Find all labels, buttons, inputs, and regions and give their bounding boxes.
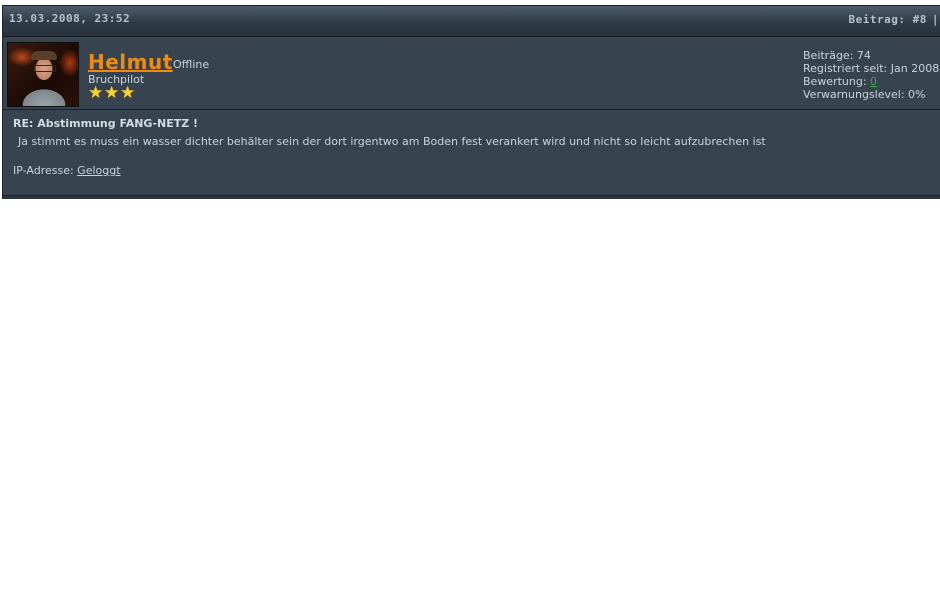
stat-warning: Verwarnungslevel: 0% [803, 88, 939, 101]
stat-registered-label: Registriert seit: [803, 62, 888, 75]
post-number-label[interactable]: Beitrag: #8 [849, 13, 927, 26]
post-footer-bar [3, 195, 940, 199]
star-icon: ★ [104, 83, 120, 103]
ip-label: IP-Adresse: [13, 164, 74, 177]
forum-post: 13.03.2008, 23:52 Beitrag: #8 | Helmut Of… [2, 5, 940, 199]
post-body: RE: Abstimmung FANG-NETZ ! Ja stimmt es … [3, 110, 940, 195]
avatar[interactable] [7, 42, 79, 107]
stat-rating-label: Bewertung: [803, 75, 867, 88]
author-stats: Beiträge: 74 Registriert seit: Jan 2008 … [803, 49, 939, 101]
rating-link[interactable]: 0 [870, 75, 877, 88]
author-bar: Helmut Offline Bruchpilot ★★★ Beiträge: … [3, 37, 940, 110]
post-number-separator: | [931, 13, 939, 26]
ip-address: IP-Adresse: Geloggt [13, 164, 121, 177]
author-name-link[interactable]: Helmut [88, 50, 173, 74]
stat-rating: Bewertung: 0 [803, 75, 939, 88]
stat-posts-label: Beiträge: [803, 49, 854, 62]
star-icon: ★ [88, 83, 104, 103]
avatar-glasses [34, 65, 56, 72]
post-header: 13.03.2008, 23:52 Beitrag: #8 | [3, 6, 940, 37]
warning-level-link[interactable]: 0% [908, 88, 925, 101]
online-status: Offline [173, 58, 210, 71]
stat-posts: Beiträge: 74 [803, 49, 939, 62]
ip-logged-link[interactable]: Geloggt [77, 164, 120, 177]
post-message: Ja stimmt es muss ein wasser dichter beh… [18, 135, 766, 148]
post-number: Beitrag: #8 | [849, 13, 939, 26]
post-date: 13.03.2008, 23:52 [9, 12, 131, 25]
stat-registered: Registriert seit: Jan 2008 [803, 62, 939, 75]
star-icon: ★ [120, 83, 136, 103]
stat-warning-label: Verwarnungslevel: [803, 88, 905, 101]
post-subject: RE: Abstimmung FANG-NETZ ! [13, 117, 199, 130]
rank-stars: ★★★ [88, 83, 136, 103]
stat-posts-value: 74 [856, 49, 871, 62]
stat-registered-value: Jan 2008 [890, 62, 940, 75]
avatar-hair [31, 51, 57, 60]
